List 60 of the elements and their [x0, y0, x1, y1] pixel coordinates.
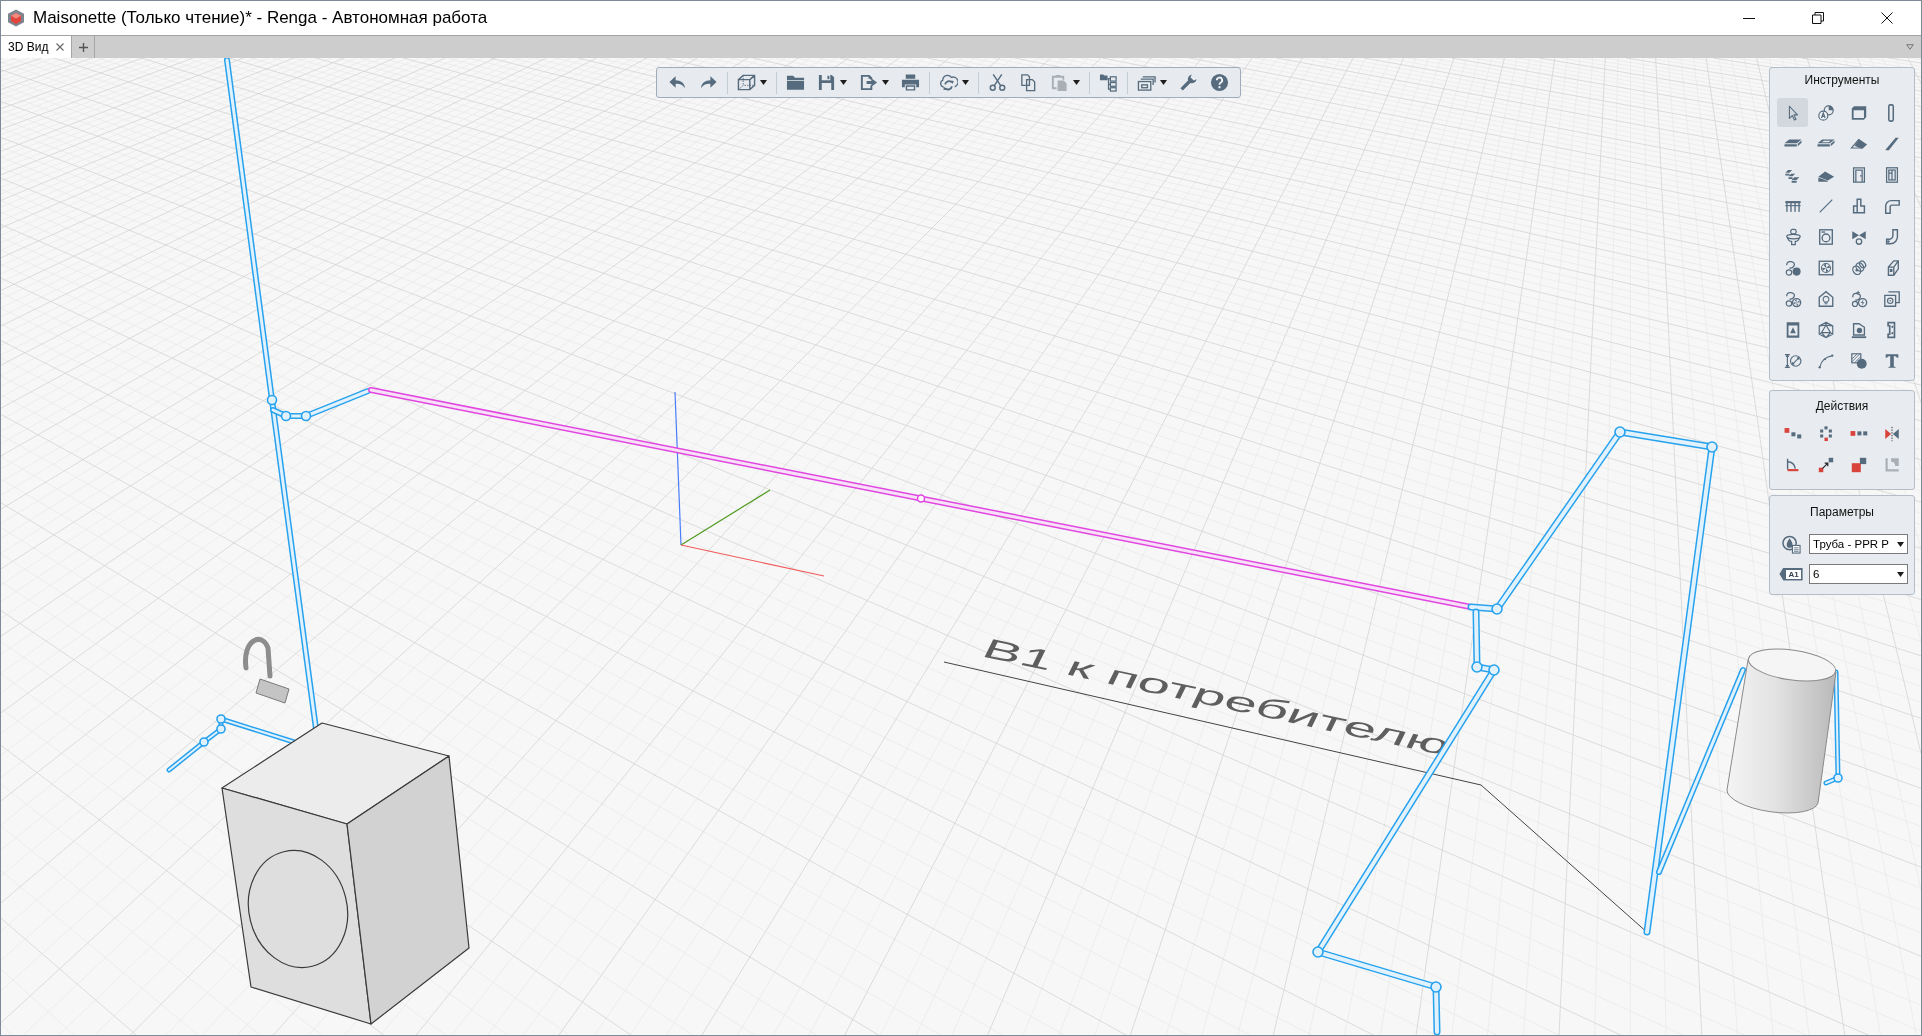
move-icon: [1783, 427, 1802, 440]
polyhedron-icon: [1816, 320, 1835, 339]
window-title: Maisonette (Только чтение)* - Renga - Автономная работа: [33, 8, 489, 28]
panel-title: Действия: [1814, 399, 1870, 413]
panel-title: Параметры: [1809, 505, 1875, 519]
pipe[interactable]: [1656, 667, 1746, 875]
mirror-icon: [1882, 424, 1901, 443]
clipboard-icon: [1050, 73, 1069, 92]
panel-title: Инструменты: [1803, 73, 1881, 87]
stretch-icon: [1816, 455, 1835, 474]
mark-dropdown[interactable]: 6: [1809, 564, 1908, 584]
printer-icon: [901, 73, 920, 92]
plus-icon: [78, 42, 88, 52]
washing-machine-icon: [1816, 227, 1835, 246]
restore-icon: [1811, 12, 1824, 24]
wrench-icon: [1179, 73, 1198, 92]
style-dropdown[interactable]: Труба - PPR P: [1809, 534, 1908, 554]
pipe[interactable]: [1823, 669, 1843, 786]
copy-icon: [1019, 73, 1038, 92]
mark-tag-icon: A1: [1779, 567, 1803, 581]
bracket-icon: [1886, 320, 1897, 339]
linear-array-icon: [1849, 430, 1868, 437]
coil-icon: [1849, 258, 1868, 277]
lettered-circle-icon: [1816, 103, 1835, 122]
export-icon: [859, 73, 878, 92]
pipe[interactable]: [166, 714, 297, 773]
dimension-icon: [1783, 351, 1802, 370]
curve-icon: [1816, 351, 1835, 370]
caret-icon: [1906, 44, 1914, 50]
panel-icon: [1849, 103, 1868, 122]
fan-pipe-icon: [1783, 289, 1802, 308]
close-icon: [1880, 12, 1893, 24]
tool-button[interactable]: [1777, 98, 1808, 127]
stacked-boxes-icon: [1137, 73, 1156, 92]
slab-icon: [1783, 139, 1802, 148]
hierarchy-icon: [1099, 73, 1118, 92]
close-icon[interactable]: [56, 43, 65, 51]
app-logo-icon: [7, 9, 25, 27]
view-tab[interactable]: 3D Вид: [1, 36, 73, 58]
pipe-drop-icon: [1783, 258, 1802, 277]
toilet-icon: [1783, 227, 1802, 246]
hatch-icon: [1849, 351, 1868, 370]
light-bulb-icon: [1816, 289, 1835, 308]
pipe[interactable]: [270, 388, 371, 422]
cloud-sync-icon: [939, 73, 958, 92]
socket-icon: [1882, 289, 1901, 308]
column-icon: [1888, 103, 1895, 122]
caret-icon: [1897, 541, 1904, 547]
fan-icon: [1816, 258, 1835, 277]
scissors-icon: [988, 73, 1007, 92]
equipment-icon: [1849, 320, 1868, 339]
slab-opening-icon: [1816, 139, 1835, 148]
scale-icon: [1849, 455, 1868, 474]
help-icon: [1210, 73, 1229, 92]
lightning-pipe-icon: [1849, 289, 1868, 308]
pipe-style-icon: [1781, 534, 1801, 554]
faucet: [243, 636, 290, 704]
wireframe-cube-icon: [737, 73, 756, 92]
folder-icon: [786, 73, 805, 92]
caret-icon: [1897, 571, 1904, 577]
